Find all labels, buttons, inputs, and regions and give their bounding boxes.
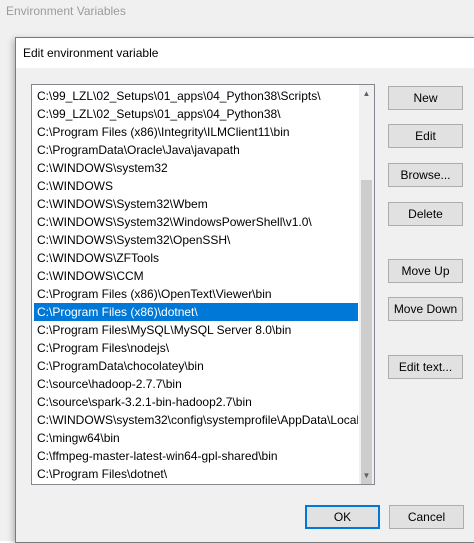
- chevron-down-icon[interactable]: ▼: [359, 467, 374, 484]
- edit-button[interactable]: Edit: [388, 124, 463, 148]
- list-item[interactable]: C:\99_LZL\02_Setups\01_apps\04_Python38\…: [34, 87, 358, 105]
- scrollbar-thumb[interactable]: [361, 180, 372, 484]
- delete-button[interactable]: Delete: [388, 202, 463, 226]
- list-item[interactable]: C:\WINDOWS: [34, 177, 358, 195]
- list-item[interactable]: C:\Program Files\MySQL\MySQL Server 8.0\…: [34, 321, 358, 339]
- list-item[interactable]: C:\mingw64\bin: [34, 429, 358, 447]
- list-item[interactable]: C:\Program Files (x86)\dotnet\: [34, 303, 358, 321]
- list-item[interactable]: C:\source\spark-3.2.1-bin-hadoop2.7\bin: [34, 393, 358, 411]
- list-item[interactable]: C:\source\hadoop-2.7.7\bin: [34, 375, 358, 393]
- list-item[interactable]: C:\WINDOWS\CCM: [34, 267, 358, 285]
- vertical-scrollbar[interactable]: ▲ ▼: [359, 85, 374, 484]
- list-item[interactable]: C:\WINDOWS\System32\Wbem: [34, 195, 358, 213]
- move-down-button[interactable]: Move Down: [388, 297, 463, 321]
- background-window-title: Environment Variables: [6, 4, 126, 18]
- cancel-button[interactable]: Cancel: [389, 505, 464, 529]
- chevron-up-icon[interactable]: ▲: [359, 85, 374, 102]
- move-up-button[interactable]: Move Up: [388, 259, 463, 283]
- list-item[interactable]: C:\99_LZL\02_Setups\01_apps\04_Python38\: [34, 105, 358, 123]
- list-item[interactable]: C:\Program Files\nodejs\: [34, 339, 358, 357]
- ok-button[interactable]: OK: [305, 505, 380, 529]
- dialog-title: Edit environment variable: [23, 46, 159, 60]
- list-item[interactable]: C:\WINDOWS\ZFTools: [34, 249, 358, 267]
- list-item[interactable]: C:\ProgramData\chocolatey\bin: [34, 357, 358, 375]
- list-item[interactable]: C:\ffmpeg-master-latest-win64-gpl-shared…: [34, 447, 358, 465]
- list-item[interactable]: C:\WINDOWS\System32\WindowsPowerShell\v1…: [34, 213, 358, 231]
- edit-text-button[interactable]: Edit text...: [388, 355, 463, 379]
- list-item[interactable]: C:\Program Files (x86)\OpenText\Viewer\b…: [34, 285, 358, 303]
- list-item[interactable]: C:\WINDOWS\system32: [34, 159, 358, 177]
- list-item[interactable]: C:\ProgramData\Oracle\Java\javapath: [34, 141, 358, 159]
- list-item[interactable]: C:\WINDOWS\system32\config\systemprofile…: [34, 411, 358, 429]
- list-item[interactable]: C:\WINDOWS\System32\OpenSSH\: [34, 231, 358, 249]
- new-button[interactable]: New: [388, 86, 463, 110]
- list-item[interactable]: C:\Program Files\dotnet\: [34, 465, 358, 483]
- path-list[interactable]: C:\99_LZL\02_Setups\01_apps\04_Python38\…: [31, 84, 375, 485]
- dialog-title-bar: Edit environment variable: [16, 38, 474, 68]
- browse-button[interactable]: Browse...: [388, 163, 463, 187]
- list-item[interactable]: C:\Program Files (x86)\Integrity\ILMClie…: [34, 123, 358, 141]
